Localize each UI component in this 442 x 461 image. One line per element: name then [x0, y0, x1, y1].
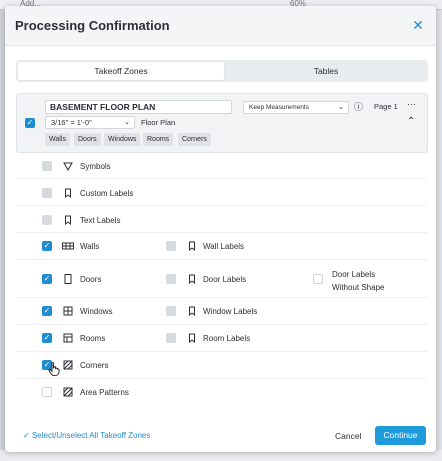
bookmark-icon	[63, 188, 73, 198]
cancel-button[interactable]: Cancel	[335, 431, 361, 441]
bookmark-icon	[187, 306, 197, 316]
bookmark-icon	[187, 333, 197, 343]
walls-checkbox[interactable]: ✓	[42, 241, 52, 251]
option-row-text-labels: Text Labels	[16, 206, 428, 233]
dialog-title: Processing Confirmation	[15, 18, 170, 33]
tag-corners: Corners	[178, 133, 211, 146]
wall-labels-checkbox[interactable]	[166, 241, 176, 251]
zone-checkbox[interactable]: ✓	[25, 118, 35, 128]
checkmark-icon: ✓	[23, 431, 32, 440]
option-row-symbols: Symbols	[16, 152, 428, 179]
processing-confirmation-dialog: Processing Confirmation ✕ Takeoff Zones …	[5, 6, 436, 452]
door-labels-label: Door Labels	[203, 275, 247, 284]
close-icon[interactable]: ✕	[411, 18, 425, 32]
drawing-type-label: Floor Plan	[141, 118, 176, 127]
dialog-header: Processing Confirmation ✕	[5, 6, 436, 46]
rooms-checkbox[interactable]: ✓	[42, 333, 52, 343]
wall-icon	[62, 241, 74, 251]
text-labels-label: Text Labels	[80, 216, 121, 225]
corners-label: Corners	[80, 361, 109, 370]
option-row-custom-labels: Custom Labels	[16, 179, 428, 206]
room-labels-label: Room Labels	[203, 334, 251, 343]
door-labels-without-shape-line2: Without Shape	[332, 283, 385, 292]
measurement-select[interactable]: Keep Measurements ⌄	[243, 101, 349, 114]
window-labels-label: Window Labels	[203, 307, 258, 316]
door-labels-checkbox[interactable]	[166, 274, 176, 284]
door-labels-without-shape-line1: Door Labels	[332, 270, 376, 279]
tag-rooms: Rooms	[143, 133, 174, 146]
windows-checkbox[interactable]: ✓	[42, 306, 52, 316]
tag-windows: Windows	[104, 133, 141, 146]
more-options-icon[interactable]: ···	[407, 99, 416, 109]
tag-walls: Walls	[45, 133, 70, 146]
option-row-area-patterns: Area Patterns	[16, 379, 428, 406]
room-icon	[63, 333, 73, 343]
area-patterns-checkbox[interactable]	[42, 387, 52, 397]
select-all-zones-label: Select/Unselect All Takeoff Zones	[31, 431, 151, 440]
hatch-icon	[63, 387, 73, 397]
walls-label: Walls	[80, 242, 100, 251]
page-indicator: Page 1	[374, 102, 398, 111]
info-icon[interactable]: ⓘ	[354, 100, 363, 113]
door-labels-without-shape-checkbox[interactable]	[313, 274, 323, 284]
collapse-chevron-icon[interactable]: ⌃	[407, 116, 415, 127]
option-row-walls: ✓ Walls Wall Labels	[16, 233, 428, 260]
continue-button[interactable]: Continue	[375, 426, 426, 445]
background-panel-edge	[436, 10, 442, 450]
window-labels-checkbox[interactable]	[166, 306, 176, 316]
rooms-label: Rooms	[80, 334, 106, 343]
option-row-doors: ✓ Doors Door Labels Door Labels Without …	[16, 260, 428, 298]
measurement-select-value: Keep Measurements	[249, 104, 309, 111]
wall-labels-label: Wall Labels	[203, 242, 245, 251]
triangle-icon	[63, 161, 73, 171]
custom-labels-label: Custom Labels	[80, 189, 134, 198]
option-row-corners: ✓ Corners	[16, 352, 428, 379]
tab-takeoff-zones[interactable]: Takeoff Zones	[18, 62, 224, 80]
scale-select-value: 3/16" = 1'-0"	[51, 118, 92, 127]
bookmark-icon	[63, 215, 73, 225]
symbols-checkbox[interactable]	[42, 161, 52, 171]
bookmark-icon	[187, 241, 197, 251]
window-icon	[63, 306, 73, 316]
tab-tables[interactable]: Tables	[226, 62, 426, 80]
windows-label: Windows	[80, 307, 113, 316]
doors-checkbox[interactable]: ✓	[42, 274, 52, 284]
text-labels-checkbox[interactable]	[42, 215, 52, 225]
option-row-windows: ✓ Windows Window Labels	[16, 298, 428, 325]
takeoff-zone-card: ✓ BASEMENT FLOOR PLAN Keep Measurements …	[16, 93, 428, 153]
door-labels-without-shape-label: Door Labels Without Shape	[332, 268, 384, 294]
area-patterns-label: Area Patterns	[80, 388, 129, 397]
custom-labels-checkbox[interactable]	[42, 188, 52, 198]
tab-bar: Takeoff Zones Tables	[16, 60, 428, 82]
doors-label: Doors	[80, 275, 102, 284]
tag-doors: Doors	[74, 133, 101, 146]
scale-select[interactable]: 3/16" = 1'-0" ⌄	[45, 116, 135, 129]
hand-pointer-icon	[48, 362, 60, 376]
door-icon	[63, 274, 73, 284]
zone-name-field[interactable]: BASEMENT FLOOR PLAN	[45, 100, 232, 114]
bookmark-icon	[187, 274, 197, 284]
room-labels-checkbox[interactable]	[166, 333, 176, 343]
chevron-down-icon: ⌄	[338, 104, 344, 111]
hatch-icon	[63, 360, 73, 370]
select-all-zones-link[interactable]: ✓ Select/Unselect All Takeoff Zones	[23, 431, 150, 440]
chevron-down-icon: ⌄	[124, 119, 130, 126]
symbols-label: Symbols	[80, 162, 111, 171]
option-row-rooms: ✓ Rooms Room Labels	[16, 325, 428, 352]
